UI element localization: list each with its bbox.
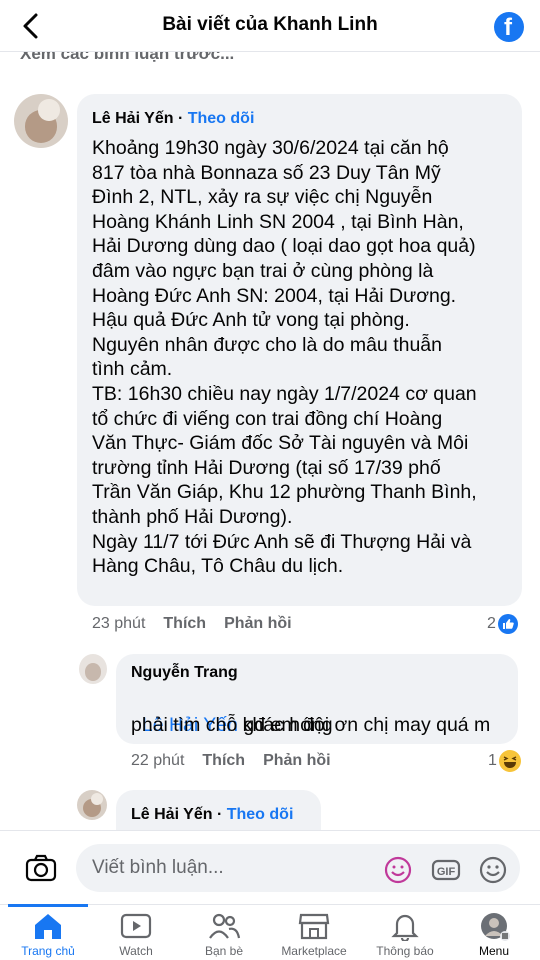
tab-watch[interactable]: Watch: [88, 905, 184, 960]
reaction-count: 2: [487, 615, 496, 633]
comment-author-line: Lê Hải Yến · Theo dõi: [92, 110, 255, 127]
reaction-summary[interactable]: 1: [488, 750, 521, 772]
comment-text: Khoảng 19h30 ngày 30/6/2024 tại căn hộ 8…: [92, 137, 477, 578]
page-title: Bài viết của Khanh Linh: [162, 14, 378, 35]
comment-composer: GIF: [0, 830, 540, 904]
reply-text-line2: phải tìm chỗ khác hóng: [131, 714, 333, 736]
menu-avatar-icon: [481, 913, 510, 941]
haha-reaction-icon: [498, 750, 521, 772]
bottom-tab-bar: Trang chủ Watch Bạn bè Marketplace Thông…: [0, 904, 540, 960]
tab-menu[interactable]: Menu: [446, 905, 540, 960]
avatar[interactable]: [14, 94, 68, 148]
avatar[interactable]: [77, 790, 107, 820]
like-reaction-icon: [497, 614, 518, 634]
avatar[interactable]: [79, 654, 107, 684]
reply-author[interactable]: Nguyễn Trang: [131, 664, 238, 682]
like-button[interactable]: Thích: [202, 752, 245, 769]
tab-notifications[interactable]: Thông báo: [357, 905, 453, 960]
like-button[interactable]: Thích: [163, 615, 206, 632]
bell-icon: [391, 914, 419, 941]
follow-link[interactable]: Theo dõi: [227, 806, 294, 823]
comment-author-line: Lê Hải Yến · Theo dõi: [131, 806, 294, 823]
gif-icon[interactable]: GIF: [431, 855, 461, 885]
tab-home[interactable]: Trang chủ: [0, 904, 96, 960]
reply-time: 22 phút: [131, 752, 185, 769]
watch-icon: [120, 913, 152, 939]
home-icon: [35, 914, 61, 939]
marketplace-icon: [298, 913, 330, 940]
comment-author[interactable]: Lê Hải Yến: [131, 806, 213, 823]
emoji-icon[interactable]: [478, 855, 508, 885]
reply-button[interactable]: Phản hồi: [263, 752, 331, 769]
reaction-count: 1: [488, 752, 497, 770]
tab-friends[interactable]: Bạn bè: [176, 905, 272, 960]
facebook-logo-icon[interactable]: f: [494, 12, 524, 42]
follow-link[interactable]: Theo dõi: [188, 110, 255, 127]
comment-author[interactable]: Lê Hải Yến: [92, 110, 174, 127]
avatar-sticker-icon[interactable]: [383, 855, 413, 885]
friends-icon: [209, 913, 241, 939]
top-bar: Bài viết của Khanh Linh f: [0, 0, 540, 52]
reply-actions: 22 phút Thích Phản hồi: [131, 752, 331, 770]
comment-time: 23 phút: [92, 615, 146, 632]
reply-button[interactable]: Phản hồi: [224, 615, 292, 632]
comment-actions: 23 phút Thích Phản hồi: [92, 615, 292, 633]
camera-icon[interactable]: [24, 851, 58, 885]
svg-text:GIF: GIF: [437, 866, 456, 878]
reaction-summary[interactable]: 2: [487, 614, 518, 634]
tab-marketplace[interactable]: Marketplace: [266, 905, 362, 960]
